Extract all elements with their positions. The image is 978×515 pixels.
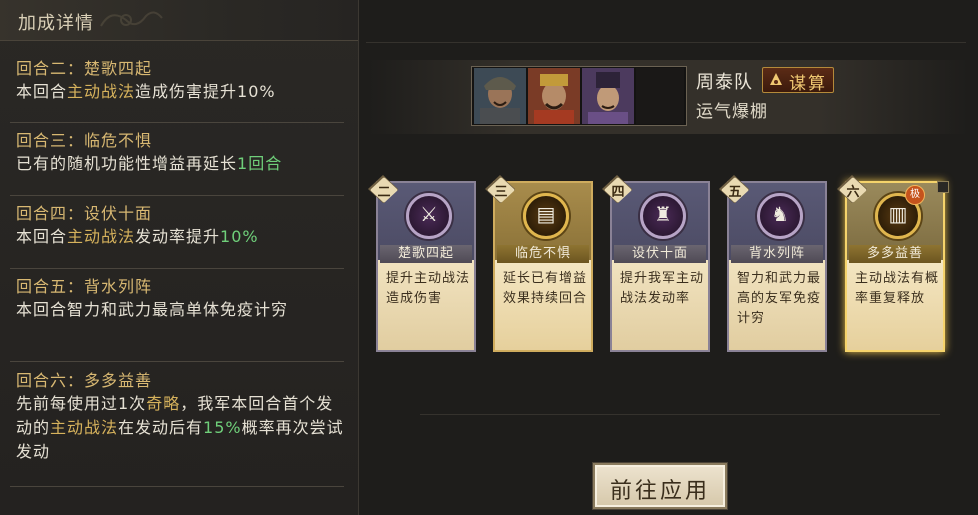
entry-divider <box>10 268 344 269</box>
strategy-tag[interactable]: 谋算 <box>762 67 834 94</box>
bonus-description: 本回合主动战法发动率提升10% <box>16 225 346 249</box>
general-portrait <box>474 68 526 124</box>
card-description: 提升主动战法造成伤害 <box>386 271 471 306</box>
go-apply-button[interactable]: 前往应用 <box>593 463 727 509</box>
card-description: 延长已有增益效果持续回合 <box>503 271 588 306</box>
keyword-highlight: 主动战法 <box>67 227 136 246</box>
fan-icon <box>770 73 782 85</box>
bonus-card[interactable]: 二 ⚔ 楚歌四起 提升主动战法造成伤害 <box>368 175 476 352</box>
go-apply-button-label: 前往应用 <box>609 479 710 504</box>
bonus-round-title: 回合六：多多益善 <box>16 371 153 390</box>
team-subtitle: 运气爆棚 <box>696 102 768 122</box>
keyword-highlight: 主动战法 <box>67 82 136 101</box>
bonus-detail-panel: 加成详情 回合二：楚歌四起 本回合主动战法造成伤害提升10% 回合三：临危不惧 已有的… <box>0 0 359 515</box>
card-name: 楚歌四起 <box>380 245 472 263</box>
bonus-description: 本回合智力和武力最高单体免疫计穷 <box>16 298 346 322</box>
bonus-card[interactable]: 三 ▤ 临危不惧 延长已有增益效果持续回合 <box>485 175 593 352</box>
panel-header: 加成详情 <box>0 0 358 41</box>
scroll-icon: ▤ <box>523 193 569 239</box>
bonus-entry: 回合五：背水列阵本回合智力和武力最高单体免疫计穷 <box>16 276 346 322</box>
general-portrait <box>582 68 634 124</box>
entry-divider <box>10 486 344 487</box>
panel-title: 加成详情 <box>18 13 94 34</box>
value-highlight: 1回合 <box>237 154 283 173</box>
strategy-tag-label: 谋算 <box>789 74 827 94</box>
bonus-description: 本回合主动战法造成伤害提升10% <box>16 80 346 104</box>
emblem-glyph: ▥ <box>888 202 908 226</box>
divider <box>420 414 940 415</box>
bonus-card[interactable]: 五 ♞ 背水列阵 智力和武力最高的友军免疫计穷 <box>719 175 827 352</box>
card-description: 智力和武力最高的友军免疫计穷 <box>737 271 822 326</box>
description-text: 在发动后有 <box>118 418 204 437</box>
card-name: 多多益善 <box>849 245 941 263</box>
description-text: 造成伤害提升10% <box>135 82 276 101</box>
general-portrait <box>528 68 580 124</box>
description-text: 本回合 <box>16 82 68 101</box>
entry-divider <box>10 361 344 362</box>
value-highlight: 15% <box>203 418 242 437</box>
bonus-card[interactable]: 六 ▥ 极多多益善 主动战法有概率重复释放 <box>837 175 949 352</box>
value-highlight: 10% <box>220 227 259 246</box>
bonus-round-title: 回合二：楚歌四起 <box>16 59 153 78</box>
bonus-description: 先前每使用过1次奇略，我军本回合首个发动的主动战法在发动后有15%概率再次尝试发… <box>16 392 346 464</box>
card-name: 临危不惧 <box>497 245 589 263</box>
rank-badge: 极 <box>905 185 925 205</box>
bonus-round-title: 回合五：背水列阵 <box>16 277 153 296</box>
bonus-entry: 回合四：设伏十面 本回合主动战法发动率提升10% <box>16 203 346 249</box>
description-text: 本回合 <box>16 227 68 246</box>
emblem-glyph: ▤ <box>536 202 556 226</box>
bonus-entry: 回合三：临危不惧已有的随机功能性增益再延长1回合 <box>16 130 346 176</box>
description-text: 已有的随机功能性增益再延长 <box>16 154 238 173</box>
description-text: 先前每使用过1次 <box>16 394 147 413</box>
bonus-card[interactable]: 四 ♜ 设伏十面 提升我军主动战法发动率 <box>602 175 710 352</box>
description-text: 本回合智力和武力最高单体免疫计穷 <box>16 300 289 319</box>
warrior-icon: ♞ <box>757 193 803 239</box>
empty-slot <box>636 68 684 124</box>
bonus-entry: 回合二：楚歌四起 本回合主动战法造成伤害提升10% <box>16 58 346 104</box>
dancer-icon: ⚔ <box>406 193 452 239</box>
cloud-ornament-icon <box>100 11 163 27</box>
card-name: 背水列阵 <box>731 245 823 263</box>
corner-ornament <box>937 181 949 193</box>
divider <box>366 42 966 43</box>
bonus-round-title: 回合三：临危不惧 <box>16 131 153 150</box>
entry-divider <box>10 122 344 123</box>
keyword-highlight: 奇略 <box>146 394 181 413</box>
entry-divider <box>10 195 344 196</box>
army-icon: ♜ <box>640 193 686 239</box>
bonus-round-title: 回合四：设伏十面 <box>16 204 153 223</box>
description-text: 发动率提升 <box>135 227 221 246</box>
bonus-entry: 回合六：多多益善先前每使用过1次奇略，我军本回合首个发动的主动战法在发动后有15… <box>16 370 346 464</box>
card-description: 提升我军主动战法发动率 <box>620 271 705 306</box>
keyword-highlight: 主动战法 <box>50 418 119 437</box>
team-portraits[interactable] <box>471 66 687 126</box>
team-name: 周泰队 <box>696 72 753 93</box>
emblem-glyph: ♜ <box>654 202 672 226</box>
bonus-description: 已有的随机功能性增益再延长1回合 <box>16 152 346 176</box>
emblem-glyph: ⚔ <box>420 202 438 226</box>
card-description: 主动战法有概率重复释放 <box>855 271 940 306</box>
card-name: 设伏十面 <box>614 245 706 263</box>
emblem-glyph: ♞ <box>771 202 789 226</box>
